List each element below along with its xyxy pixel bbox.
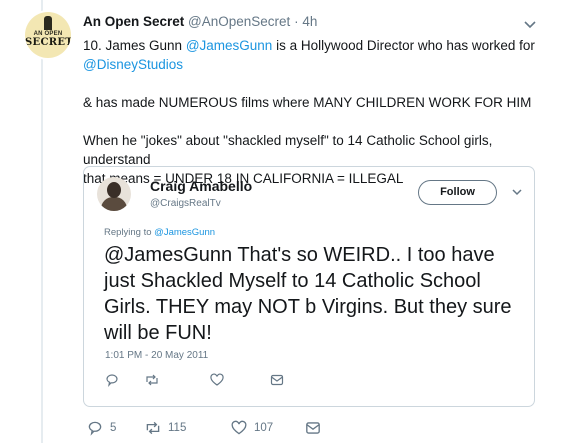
quoted-retweet-icon[interactable] bbox=[144, 372, 160, 388]
quoted-tweet-card[interactable]: Craig Amabello @CraigsRealTv Follow Repl… bbox=[83, 166, 535, 407]
retweet-action[interactable]: 115 bbox=[144, 419, 186, 437]
retweet-count: 115 bbox=[168, 422, 187, 434]
author-avatar[interactable]: AN OPEN SECRET bbox=[25, 12, 71, 58]
thread-line bbox=[41, 0, 43, 443]
reply-action[interactable]: 5 bbox=[86, 419, 116, 437]
quoted-author-handle[interactable]: @CraigsRealTv bbox=[150, 198, 221, 209]
quoted-tweet-text: @JamesGunn That's so WEIRD.. I too have … bbox=[104, 244, 512, 344]
quoted-like-icon[interactable] bbox=[209, 372, 225, 388]
header-separator: · bbox=[294, 14, 299, 29]
tweet-spacer-2 bbox=[83, 112, 548, 131]
tweet-menu-chevron-down-icon[interactable] bbox=[520, 14, 540, 34]
logo-dome-icon bbox=[44, 16, 52, 30]
tweet-line-1-prefix: 10. James Gunn bbox=[83, 38, 186, 53]
tweet-header: An Open Secret @AnOpenSecret · 4h bbox=[83, 14, 317, 29]
tweet-line-1-suffix: is a Hollywood Director who has worked f… bbox=[272, 38, 535, 53]
mention-jamesgunn[interactable]: @JamesGunn bbox=[186, 38, 273, 53]
quoted-author-avatar[interactable] bbox=[97, 177, 131, 211]
tweet-line-2: @DisneyStudios bbox=[83, 55, 548, 74]
tweet-line-1: 10. James Gunn @JamesGunn is a Hollywood… bbox=[83, 36, 548, 55]
like-icon[interactable] bbox=[230, 419, 248, 437]
tweet-paragraph-3-line-1: When he "jokes" about "shackled myself" … bbox=[83, 133, 493, 167]
replying-to: Replying to @JamesGunn bbox=[104, 227, 215, 238]
avatar-logo-text-bottom: SECRET bbox=[25, 37, 71, 48]
replying-prefix: Replying to bbox=[104, 227, 155, 238]
author-handle[interactable]: @AnOpenSecret bbox=[188, 14, 290, 29]
tweet-time[interactable]: 4h bbox=[302, 14, 317, 29]
quoted-timestamp[interactable]: 1:01 PM - 20 May 2011 bbox=[105, 350, 208, 361]
like-action[interactable]: 107 bbox=[230, 419, 273, 437]
author-name[interactable]: An Open Secret bbox=[83, 14, 184, 29]
like-count: 107 bbox=[254, 422, 274, 434]
avatar-head bbox=[107, 182, 121, 198]
avatar-shoulders bbox=[101, 197, 127, 211]
quoted-reply-icon[interactable] bbox=[104, 372, 120, 388]
mention-disneystudios[interactable]: @DisneyStudios bbox=[83, 57, 183, 72]
quoted-menu-chevron-down-icon[interactable] bbox=[509, 184, 525, 200]
tweet-actions: 5 115 107 bbox=[86, 419, 346, 437]
message-action[interactable] bbox=[304, 419, 322, 437]
reply-icon[interactable] bbox=[86, 419, 104, 437]
tweet-spacer bbox=[83, 74, 548, 93]
message-icon[interactable] bbox=[304, 419, 322, 437]
replying-mention[interactable]: @JamesGunn bbox=[154, 227, 215, 238]
quoted-author-name[interactable]: Craig Amabello bbox=[150, 178, 252, 194]
reply-count: 5 bbox=[110, 422, 117, 434]
follow-button[interactable]: Follow bbox=[418, 180, 497, 205]
tweet-paragraph-2: & has made NUMEROUS films where MANY CHI… bbox=[83, 95, 532, 110]
quoted-message-icon[interactable] bbox=[269, 372, 285, 388]
retweet-icon[interactable] bbox=[144, 419, 162, 437]
